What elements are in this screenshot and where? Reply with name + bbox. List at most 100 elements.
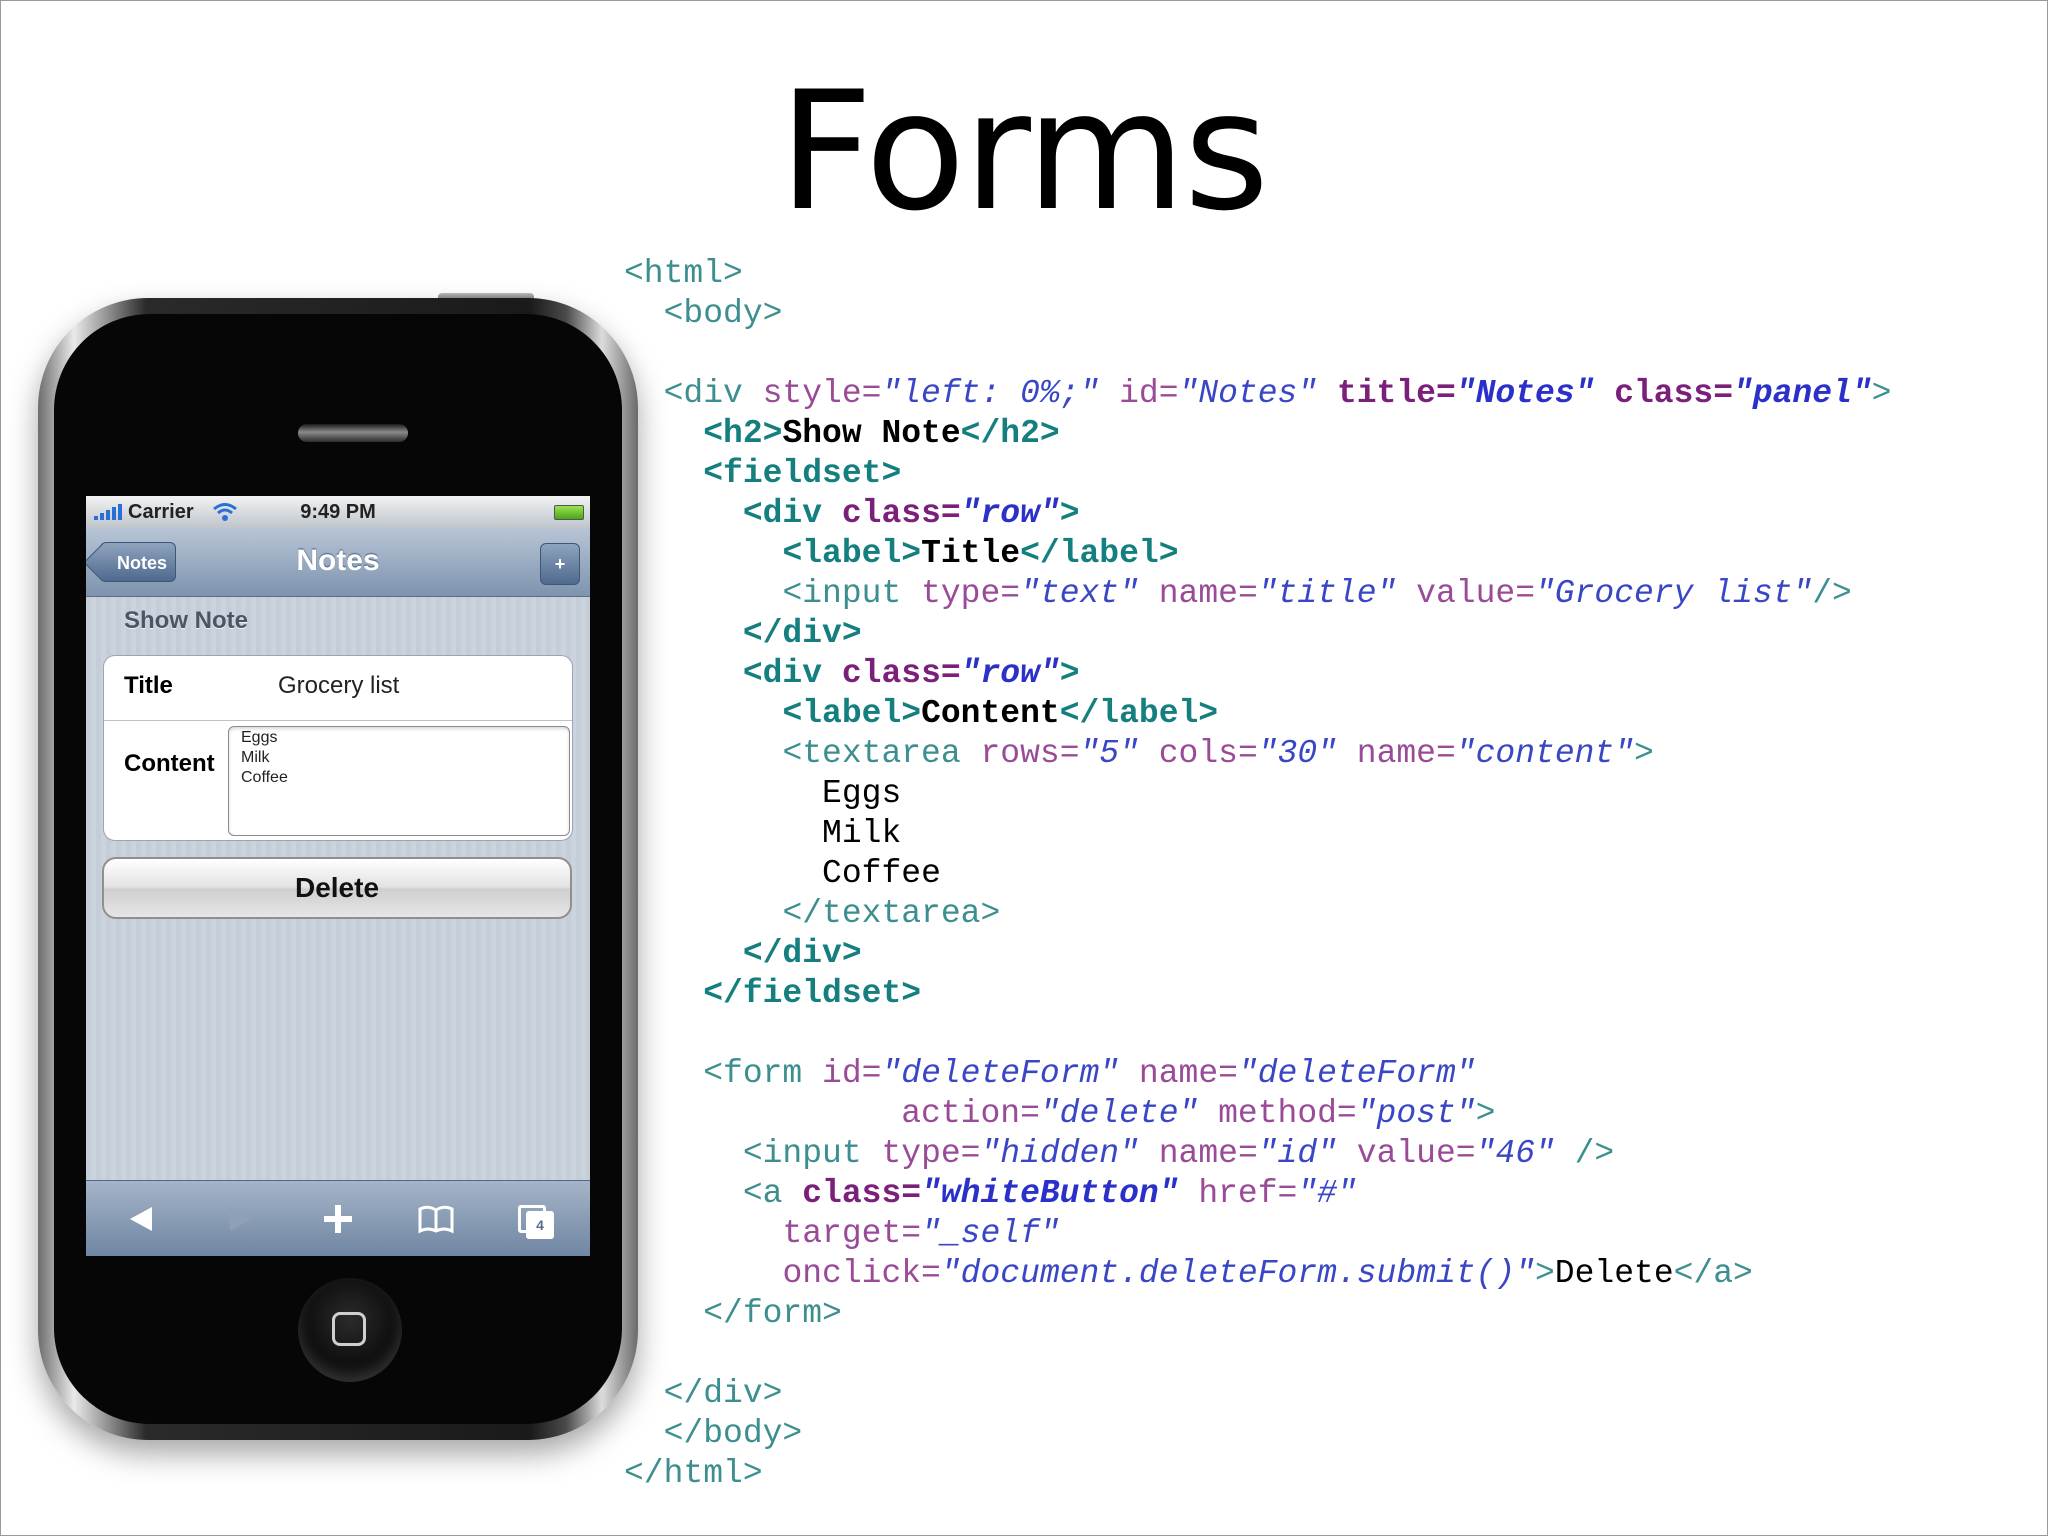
code-token: "30" <box>1257 735 1337 772</box>
code-token: "deleteForm" <box>881 1055 1120 1092</box>
title-field[interactable]: Grocery list <box>278 672 399 700</box>
pages-icon[interactable]: 4 <box>514 1201 554 1239</box>
home-square-icon <box>332 1312 366 1346</box>
code-token: onclick= <box>782 1255 941 1292</box>
code-token: name= <box>1119 1055 1238 1092</box>
code-token: "row" <box>960 655 1060 692</box>
code-token: rows= <box>960 735 1080 772</box>
code-token: "post" <box>1356 1095 1476 1132</box>
code-token: title= <box>1317 375 1456 412</box>
code-token: "whiteButton" <box>921 1175 1179 1212</box>
code-token: > <box>1534 1255 1555 1292</box>
earpiece <box>298 424 408 442</box>
textarea-line: Coffee <box>241 769 288 786</box>
code-token: <a <box>742 1175 783 1212</box>
code-token: <textarea <box>782 735 961 772</box>
code-token: href= <box>1178 1175 1298 1212</box>
code-token: "row" <box>960 495 1060 532</box>
textarea-line: Eggs <box>241 729 278 746</box>
code-token: id= <box>1099 375 1179 412</box>
code-token: > <box>1059 655 1080 692</box>
code-token: "Grocery list" <box>1535 575 1813 612</box>
code-token: <h2> <box>703 415 783 452</box>
slide-title: Forms <box>778 56 1270 247</box>
code-token: name= <box>1138 575 1258 612</box>
code-token: id= <box>802 1055 882 1092</box>
code-token: Eggs <box>822 775 902 812</box>
code-token: "5" <box>1079 735 1139 772</box>
code-token: method= <box>1198 1095 1357 1132</box>
code-token: "left: 0%;" <box>881 375 1100 412</box>
code-token: "Notes" <box>1178 375 1318 412</box>
code-token: Content <box>921 695 1060 732</box>
code-token: "Notes" <box>1455 375 1595 412</box>
code-token: class= <box>822 495 961 532</box>
code-token: class= <box>782 1175 922 1212</box>
code-token: </body> <box>663 1415 803 1452</box>
forward-arrow-icon[interactable] <box>220 1201 260 1237</box>
nav-bar: Notes Notes + <box>86 528 590 597</box>
status-time: 9:49 PM <box>300 501 376 523</box>
code-token: class= <box>822 655 961 692</box>
code-listing: <html> <body> <div style="left: 0%;" id=… <box>624 254 1891 1494</box>
home-button <box>298 1278 402 1382</box>
code-token: "text" <box>1020 575 1139 612</box>
fieldset-card: Title Grocery list Content Eggs Milk Cof… <box>103 655 573 841</box>
back-arrow-icon[interactable] <box>122 1201 162 1237</box>
plus-icon[interactable] <box>318 1201 358 1237</box>
code-token: "#" <box>1297 1175 1357 1212</box>
section-header: Show Note <box>124 607 248 634</box>
row-divider <box>104 720 572 721</box>
code-token: action= <box>901 1095 1040 1132</box>
code-token: </div> <box>742 935 862 972</box>
browser-toolbar: 4 <box>86 1180 590 1256</box>
code-token: <html> <box>624 255 743 292</box>
code-token: </textarea> <box>782 895 1001 932</box>
code-token: value= <box>1396 575 1535 612</box>
bookmarks-icon[interactable] <box>416 1201 456 1237</box>
status-bar: Carrier 9:49 PM <box>86 496 590 528</box>
code-token: <label> <box>782 535 922 572</box>
code-token: <label> <box>782 695 922 732</box>
code-token: Delete <box>1554 1255 1674 1292</box>
code-token: "_self" <box>921 1215 1060 1252</box>
code-token: </a> <box>1673 1255 1753 1292</box>
code-token: </html> <box>624 1455 763 1492</box>
code-token: name= <box>1138 1135 1258 1172</box>
code-token: > <box>1634 735 1654 772</box>
code-token: target= <box>782 1215 922 1252</box>
code-token: /> <box>1554 1135 1615 1172</box>
add-button[interactable]: + <box>540 543 580 585</box>
code-token: "title" <box>1257 575 1397 612</box>
code-token: name= <box>1336 735 1456 772</box>
code-token: <input <box>782 575 902 612</box>
code-token: </div> <box>742 615 862 652</box>
code-token: </h2> <box>960 415 1060 452</box>
code-token: "deleteForm" <box>1237 1055 1476 1092</box>
code-token: type= <box>901 575 1021 612</box>
nav-title: Notes <box>296 544 380 577</box>
code-token: </div> <box>663 1375 783 1412</box>
code-token: class= <box>1594 375 1734 412</box>
note-panel: Show Note Title Grocery list Content Egg… <box>86 597 590 1180</box>
code-token: </label> <box>1020 535 1179 572</box>
code-token: > <box>1871 375 1892 412</box>
code-token: "panel" <box>1733 375 1872 412</box>
pages-count: 4 <box>526 1211 554 1239</box>
code-token: <div <box>742 655 823 692</box>
code-token: <div <box>742 495 823 532</box>
code-token: /> <box>1812 575 1852 612</box>
content-textarea[interactable]: Eggs Milk Coffee <box>228 726 570 836</box>
code-token: "46" <box>1475 1135 1555 1172</box>
phone-screen: Carrier 9:49 PM Notes Notes + Show Note … <box>86 496 590 1256</box>
textarea-line: Milk <box>241 749 270 766</box>
battery-icon <box>554 505 584 520</box>
code-token: > <box>1475 1095 1496 1132</box>
code-token: Milk <box>822 815 902 852</box>
delete-button[interactable]: Delete <box>102 857 572 919</box>
code-token: </label> <box>1059 695 1219 732</box>
code-token: "id" <box>1257 1135 1337 1172</box>
code-token: <div <box>663 375 743 412</box>
code-token: "hidden" <box>980 1135 1139 1172</box>
code-token: <form <box>703 1055 803 1092</box>
